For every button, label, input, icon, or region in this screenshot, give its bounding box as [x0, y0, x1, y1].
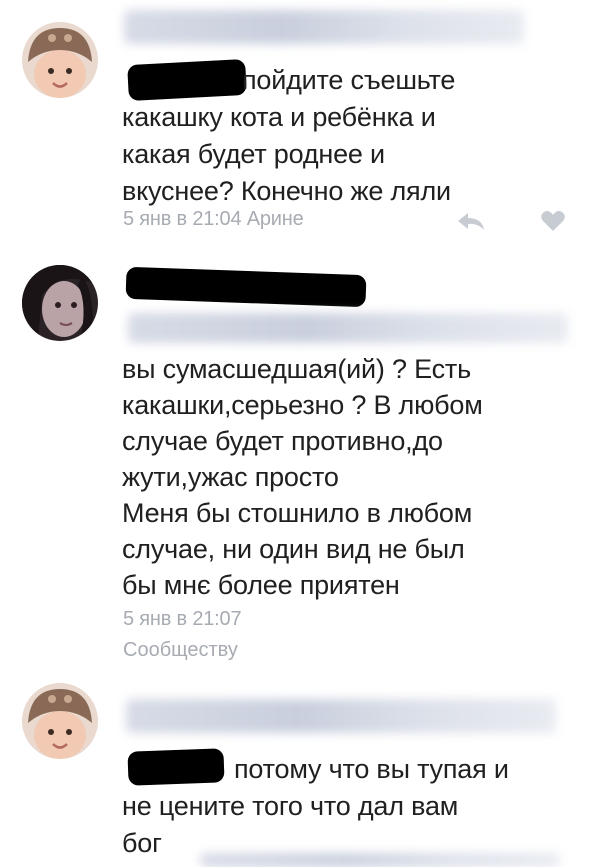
reply-header-blurred: [128, 313, 568, 343]
reply-to-link[interactable]: Арине: [247, 208, 304, 230]
comment-time: 5 янв в 21:04: [123, 208, 242, 230]
comment-1: пойдите съешьте какашку кота и ребёнка и…: [0, 0, 600, 255]
reply-arrow-icon[interactable]: [456, 210, 486, 237]
comment-time: 5 янв в 21:07: [123, 608, 242, 630]
comment-meta: 5 янв в 21:04 Арине: [123, 208, 304, 231]
meta-blurred: [200, 853, 560, 867]
reply-to-link[interactable]: Сообществу: [123, 639, 238, 662]
comment-3: потому что вы тупая и не цените того что…: [0, 675, 600, 867]
avatar-baby[interactable]: [22, 683, 98, 759]
comment-text: потому что вы тупая и не цените того что…: [122, 754, 509, 858]
comment-2: вы сумасшедшая(ий) ? Есть какашки,серьез…: [0, 255, 600, 675]
avatar-user[interactable]: [22, 265, 98, 341]
comment-text: пойдите съешьте какашку кота и ребёнка и…: [122, 65, 456, 206]
comment-text: вы сумасшедшая(ий) ? Есть какашки,серьез…: [122, 354, 483, 600]
author-name-blurred[interactable]: [124, 10, 524, 44]
heart-icon[interactable]: [540, 210, 566, 237]
redacted-author-name: [125, 266, 367, 308]
avatar-baby[interactable]: [22, 22, 98, 98]
author-name-blurred[interactable]: [126, 699, 556, 733]
